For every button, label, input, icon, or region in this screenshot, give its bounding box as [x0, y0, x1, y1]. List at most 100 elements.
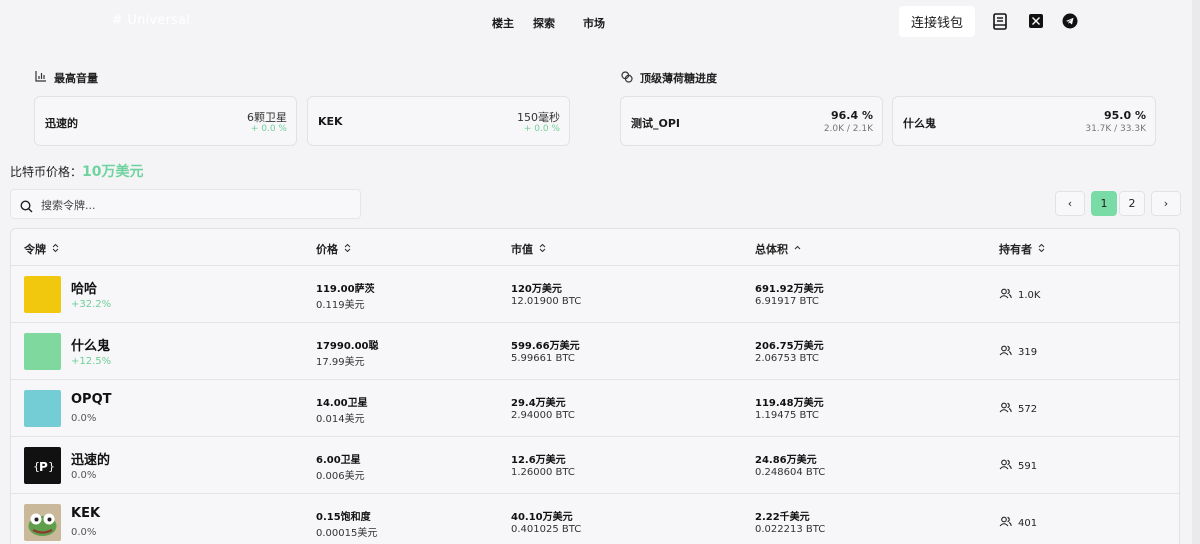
header-price[interactable]: 价格 — [316, 241, 351, 257]
users-icon — [999, 402, 1012, 416]
holders-cell: 319 — [999, 345, 1037, 359]
card-name: 测试_OPI — [631, 117, 681, 130]
scrollbar[interactable] — [1192, 0, 1200, 544]
card-change: + 0.0 % — [250, 124, 287, 134]
connect-wallet-button[interactable]: 连接钱包 — [899, 6, 975, 37]
header-token[interactable]: 令牌 — [24, 241, 59, 257]
token-name: OPQT — [71, 392, 112, 407]
top-volume-card[interactable]: 迅速的 6颗卫星 + 0.0 % — [34, 96, 297, 146]
mint-progress-card[interactable]: 什么鬼 95.0 % 31.7K / 33.3K — [892, 96, 1156, 146]
table-row[interactable]: 什么鬼 +12.5% 17990.00聪 17.99美元 599.66万美元 5.9966… — [11, 322, 1179, 379]
page-button-1[interactable]: 1 — [1091, 191, 1117, 216]
token-change: 0.0% — [71, 527, 97, 538]
sort-icon — [539, 243, 546, 256]
card-value: 150毫秒 — [517, 111, 560, 124]
market-cap-btc-cell: 0.401025 BTC — [511, 524, 582, 535]
card-change: + 0.0 % — [523, 124, 560, 134]
table-row[interactable]: OPQT 0.0% 14.00卫星 0.014美元 29.4万美元 2.94000 BTC… — [11, 379, 1179, 436]
btc-price-label: 比特币价格： — [10, 165, 83, 179]
token-name: KEK — [71, 506, 101, 521]
holders-count: 401 — [1018, 517, 1038, 529]
market-cap-btc-cell: 12.01900 BTC — [511, 296, 582, 307]
card-count: 2.0K / 2.1K — [823, 124, 873, 134]
sort-up-icon — [794, 243, 801, 256]
nav-explore[interactable]: 探索 — [533, 15, 555, 31]
holders-count: 319 — [1018, 346, 1038, 358]
token-name: 哈哈 — [71, 282, 98, 297]
search-box — [10, 189, 361, 219]
volume-btc-cell: 1.19475 BTC — [755, 410, 819, 421]
page-button-2[interactable]: 2 — [1119, 191, 1145, 216]
token-change: +12.5% — [71, 356, 112, 367]
users-icon — [999, 516, 1012, 530]
top-volume-title: 最高音量 — [35, 70, 98, 86]
telegram-icon[interactable] — [1061, 12, 1079, 30]
card-count: 31.7K / 33.3K — [1085, 124, 1146, 134]
card-percent: 95.0 % — [1104, 109, 1146, 122]
users-icon — [999, 459, 1012, 473]
sort-icon — [52, 243, 59, 256]
sort-icon — [344, 243, 351, 256]
price-cell: 17990.00聪 — [316, 341, 379, 352]
table-row[interactable]: 哈哈 +32.2% 119.00萨茨 0.119美元 120万美元 12.01900 BT… — [11, 265, 1179, 322]
card-value: 6颗卫星 — [247, 111, 287, 124]
holders-cell: 591 — [999, 459, 1037, 473]
nav-market[interactable]: 市场 — [583, 15, 605, 31]
header: # Universal 楼主 探索 市场 连接钱包 — [0, 0, 1200, 44]
volume-btc-cell: 0.022213 BTC — [755, 524, 826, 535]
site-logo[interactable]: # Universal — [112, 13, 190, 28]
volume-btc-cell: 6.91917 BTC — [755, 296, 819, 307]
holders-count: 1.0K — [1018, 289, 1041, 301]
x-icon[interactable] — [1027, 12, 1045, 30]
volume-cell: 206.75万美元 — [755, 341, 824, 352]
search-input[interactable] — [41, 196, 341, 214]
holders-cell: 1.0K — [999, 288, 1040, 302]
svg-text:}: } — [48, 460, 55, 473]
holders-count: 572 — [1018, 403, 1038, 415]
price-usd-cell: 0.00015美元 — [316, 528, 378, 539]
table-row[interactable]: {P} 迅速的 0.0% 6.00卫星 0.006美元 12.6万美元 1.26000 BT… — [11, 436, 1179, 493]
top-volume-card[interactable]: KEK 150毫秒 + 0.0 % — [307, 96, 570, 146]
market-cap-cell: 29.4万美元 — [511, 398, 566, 409]
card-name: 迅速的 — [45, 117, 78, 130]
table-row[interactable]: KEK 0.0% 0.15饱和度 0.00015美元 40.10万美元 0.401025 … — [11, 493, 1179, 544]
book-icon[interactable] — [991, 12, 1009, 30]
price-cell: 0.15饱和度 — [316, 512, 371, 523]
holders-cell: 401 — [999, 516, 1037, 530]
prev-page-button[interactable]: ‹ — [1055, 191, 1085, 216]
svg-text:P: P — [39, 460, 48, 474]
next-page-button[interactable]: › — [1151, 191, 1181, 216]
header-market-cap[interactable]: 市值 — [511, 241, 546, 257]
header-holders[interactable]: 持有者 — [999, 241, 1045, 257]
market-cap-cell: 40.10万美元 — [511, 512, 573, 523]
price-cell: 14.00卫星 — [316, 398, 368, 409]
users-icon — [999, 288, 1012, 302]
token-image: {P} — [24, 447, 61, 484]
mint-progress-card[interactable]: 测试_OPI 96.4 % 2.0K / 2.1K — [620, 96, 883, 146]
token-change: 0.0% — [71, 413, 97, 424]
mint-progress-title: 顶级薄荷糖进度 — [621, 70, 717, 86]
volume-cell: 119.48万美元 — [755, 398, 824, 409]
card-percent: 96.4 % — [831, 109, 873, 122]
holders-cell: 572 — [999, 402, 1037, 416]
token-table: 令牌 价格 市值 总体积 持有者 哈哈 +32.2% 119.00萨茨 0.119美元… — [10, 228, 1180, 544]
bar-chart-icon — [35, 71, 47, 85]
volume-cell: 2.22千美元 — [755, 512, 810, 523]
market-cap-cell: 12.6万美元 — [511, 455, 566, 466]
nav-home[interactable]: 楼主 — [492, 15, 514, 31]
btc-price-value: 10万美元 — [82, 164, 144, 180]
token-name: 什么鬼 — [71, 339, 111, 354]
token-image — [24, 504, 61, 541]
token-image — [24, 276, 61, 313]
market-cap-cell: 599.66万美元 — [511, 341, 580, 352]
market-cap-btc-cell: 2.94000 BTC — [511, 410, 575, 421]
price-cell: 119.00萨茨 — [316, 284, 375, 295]
token-image — [24, 390, 61, 427]
token-name: 迅速的 — [71, 453, 111, 468]
token-change: 0.0% — [71, 470, 97, 481]
price-usd-cell: 0.014美元 — [316, 414, 365, 425]
search-icon — [20, 198, 33, 217]
volume-cell: 24.86万美元 — [755, 455, 817, 466]
header-volume[interactable]: 总体积 — [755, 241, 801, 257]
price-usd-cell: 0.119美元 — [316, 300, 365, 311]
